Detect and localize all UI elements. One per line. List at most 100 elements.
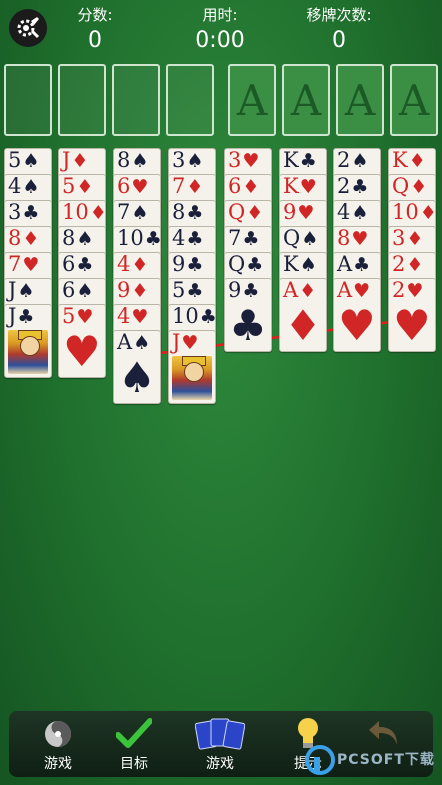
score-label: 分数: bbox=[77, 6, 113, 24]
card-corner: 5♦ bbox=[62, 175, 94, 200]
free-cell-4[interactable] bbox=[166, 64, 214, 136]
card-suit: ♣ bbox=[186, 280, 204, 302]
card-corner: 5♠ bbox=[8, 148, 40, 174]
card-corner: 3♠ bbox=[172, 149, 204, 174]
card-suit: ♣ bbox=[246, 254, 264, 276]
card-rank: A bbox=[337, 278, 353, 302]
card-rank: Q bbox=[228, 200, 246, 224]
card-corner: A♣ bbox=[337, 252, 370, 278]
card-rank: 2 bbox=[337, 148, 351, 172]
card-rank: 3 bbox=[8, 200, 22, 224]
card-rank: 3 bbox=[228, 148, 242, 172]
card-top[interactable]: A♥ ♥ bbox=[333, 278, 381, 352]
card-center-suit: ♥ bbox=[63, 327, 101, 376]
card-corner: 7♠ bbox=[117, 201, 149, 226]
free-cell-3[interactable] bbox=[112, 64, 160, 136]
foundation-3[interactable]: A bbox=[336, 64, 384, 136]
card-suit: ♠ bbox=[131, 202, 149, 224]
game-menu-label: 游戏 bbox=[44, 756, 72, 772]
card-rank: 5 bbox=[8, 148, 22, 172]
card-top[interactable]: A♦ ♦ bbox=[279, 278, 327, 352]
card-suit: ♠ bbox=[299, 254, 317, 276]
card-center-suit: ♣ bbox=[229, 301, 267, 350]
card-rank: 3 bbox=[392, 226, 406, 250]
free-cell-2[interactable] bbox=[58, 64, 106, 136]
card-rank: K bbox=[283, 252, 299, 276]
card-top[interactable]: 9♣ ♣ bbox=[224, 278, 272, 352]
card-rank: 6 bbox=[62, 278, 76, 302]
goal-button[interactable]: 目标 bbox=[99, 711, 169, 777]
free-cell-1[interactable] bbox=[4, 64, 52, 136]
card-suit: ♥ bbox=[131, 306, 149, 328]
card-suit: ♥ bbox=[131, 176, 149, 198]
foundation-2[interactable]: A bbox=[282, 64, 330, 136]
card-corner: 8♦ bbox=[8, 226, 39, 252]
card-corner: 10♣ bbox=[117, 226, 160, 252]
card-suit: ♣ bbox=[199, 306, 216, 328]
card-suit: ♥ bbox=[76, 306, 94, 328]
card-corner: 5♣ bbox=[172, 279, 204, 304]
card-rank: 10 bbox=[117, 226, 144, 250]
time-label: 用时: bbox=[202, 6, 238, 24]
card-suit: ♦ bbox=[76, 176, 94, 198]
card-top[interactable]: 5♥ ♥ bbox=[58, 304, 106, 378]
card-rank: 9 bbox=[228, 278, 242, 302]
swirl-icon bbox=[45, 721, 71, 747]
card-rank: Q bbox=[228, 252, 246, 276]
game-menu-button[interactable]: 游戏 bbox=[23, 711, 93, 777]
card-corner: K♥ bbox=[283, 174, 317, 200]
moves-label: 移牌次数: bbox=[306, 6, 372, 24]
card-corner: 7♥ bbox=[8, 253, 39, 278]
card-suit: ♥ bbox=[351, 228, 369, 250]
card-suit: ♦ bbox=[406, 254, 424, 276]
card-corner: 4♠ bbox=[337, 200, 368, 226]
new-game-button[interactable]: 游戏 bbox=[185, 711, 255, 777]
card-suit: ♠ bbox=[186, 150, 204, 172]
card-corner: 8♠ bbox=[62, 227, 93, 252]
card-rank: 8 bbox=[337, 226, 351, 250]
card-suit: ♦ bbox=[186, 176, 204, 198]
card-corner: 3♣ bbox=[8, 200, 39, 226]
card-rank: J bbox=[172, 330, 181, 354]
card-rank: J bbox=[8, 304, 17, 328]
card-suit: ♥ bbox=[406, 280, 424, 302]
card-suit: ♦ bbox=[131, 280, 149, 302]
card-rank: K bbox=[283, 174, 299, 198]
card-corner: K♦ bbox=[392, 149, 426, 174]
foundation-4[interactable]: A bbox=[390, 64, 438, 136]
card-rank: 4 bbox=[337, 200, 351, 224]
card-rank: 4 bbox=[8, 174, 22, 198]
card-corner: K♣ bbox=[283, 149, 317, 174]
card-corner: 6♣ bbox=[62, 253, 94, 278]
card-rank: 2 bbox=[337, 174, 351, 198]
card-rank: 10 bbox=[392, 200, 419, 224]
card-rank: 4 bbox=[117, 304, 131, 328]
watermark: PCSOFT下载 bbox=[305, 743, 442, 783]
card-corner: 7♣ bbox=[228, 227, 259, 252]
card-top[interactable]: 2♥ ♥ bbox=[388, 278, 436, 352]
card-suit: ♦ bbox=[246, 202, 264, 224]
card-corner: 2♦ bbox=[392, 253, 424, 278]
time-stat: 用时: 0:00 bbox=[165, 6, 275, 56]
card-rank: 4 bbox=[172, 226, 186, 250]
card-corner: 4♠ bbox=[8, 174, 39, 200]
card-rank: 8 bbox=[8, 226, 22, 250]
card-corner: 3♥ bbox=[228, 148, 259, 174]
card-corner: Q♣ bbox=[228, 252, 264, 278]
card-top[interactable]: A♠ ♠ bbox=[113, 330, 161, 404]
card-top[interactable]: J♣ bbox=[4, 304, 52, 378]
card-suit: ♠ bbox=[351, 150, 369, 172]
card-suit: ♠ bbox=[76, 280, 94, 302]
card-top[interactable]: J♥ bbox=[168, 330, 216, 404]
card-rank: A bbox=[337, 252, 353, 276]
card-suit: ♠ bbox=[22, 150, 40, 172]
moves-value: 0 bbox=[332, 28, 346, 53]
foundation-1[interactable]: A bbox=[228, 64, 276, 136]
card-rank: 6 bbox=[117, 174, 131, 198]
card-suit: ♣ bbox=[299, 150, 317, 172]
card-rank: J bbox=[8, 278, 17, 302]
card-corner: J♣ bbox=[8, 304, 34, 330]
card-center-suit: ♠ bbox=[118, 353, 156, 402]
card-suit: ♣ bbox=[76, 254, 94, 276]
time-value: 0:00 bbox=[195, 28, 245, 53]
